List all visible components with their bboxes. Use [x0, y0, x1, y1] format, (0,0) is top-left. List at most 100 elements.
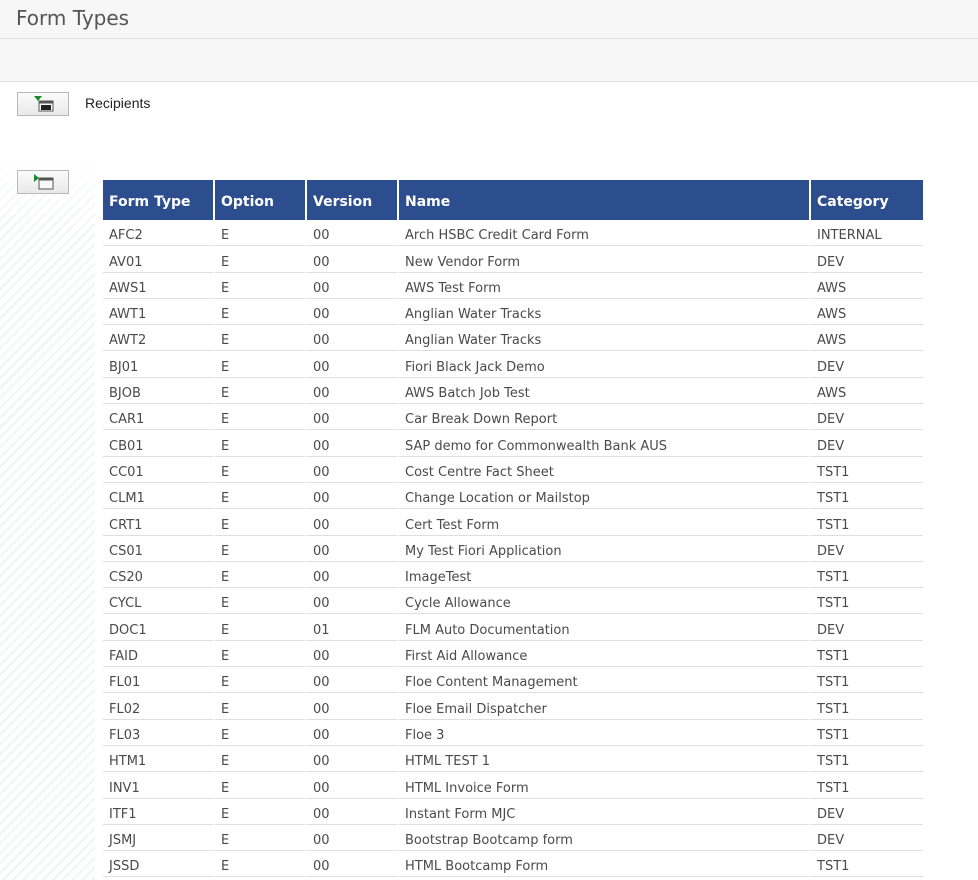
cell-form-type: BJ01	[103, 351, 215, 378]
cell-form-type: BJOB	[103, 377, 215, 405]
table-row[interactable]: AWS1 E 00 AWS Test Form AWS	[103, 272, 923, 299]
cell-name: First Aid Allowance	[399, 640, 811, 668]
cell-version: 00	[307, 220, 399, 247]
cell-option: E	[215, 745, 307, 773]
table-row[interactable]: FAID E 00 First Aid Allowance TST1	[103, 640, 923, 668]
expand-arrow-icon	[34, 96, 54, 112]
cell-version: 00	[307, 351, 399, 378]
cell-option: E	[215, 693, 307, 720]
cell-version: 00	[307, 824, 399, 852]
cell-category: DEV	[811, 614, 923, 641]
table-row[interactable]: FL02 E 00 Floe Email Dispatcher TST1	[103, 693, 923, 720]
cell-version: 00	[307, 298, 399, 326]
left-decorative-strip	[0, 152, 95, 880]
cell-version: 00	[307, 745, 399, 773]
table-row[interactable]: CRT1 E 00 Cert Test Form TST1	[103, 509, 923, 536]
table-row[interactable]: AV01 E 00 New Vendor Form DEV	[103, 246, 923, 273]
cell-option: E	[215, 772, 307, 799]
cell-name: My Test Fiori Application	[399, 535, 811, 562]
cell-form-type: AFC2	[103, 220, 215, 247]
cell-name: HTML Invoice Form	[399, 772, 811, 799]
form-types-table: Form Type Option Version Name Category A…	[103, 180, 923, 878]
table-row[interactable]: BJOB E 00 AWS Batch Job Test AWS	[103, 377, 923, 405]
cell-category: TST1	[811, 509, 923, 536]
table-row[interactable]: HTM1 E 00 HTML TEST 1 TST1	[103, 745, 923, 773]
content-area: Recipients Form Type Option Version Name…	[0, 82, 978, 880]
cell-version: 00	[307, 325, 399, 352]
expand-recipients-button[interactable]	[17, 92, 69, 116]
cell-category: AWS	[811, 299, 923, 326]
cell-name: New Vendor Form	[399, 246, 811, 273]
column-header-option[interactable]: Option	[215, 180, 307, 220]
column-header-category[interactable]: Category	[811, 180, 923, 220]
column-header-form-type[interactable]: Form Type	[103, 180, 215, 220]
cell-name: AWS Batch Job Test	[399, 377, 811, 405]
table-row[interactable]: FL03 E 00 Floe 3 TST1	[103, 719, 923, 746]
cell-form-type: JSSD	[103, 851, 215, 878]
column-header-name[interactable]: Name	[399, 180, 811, 220]
table-row[interactable]: JSSD E 00 HTML Bootcamp Form TST1	[103, 851, 923, 878]
cell-form-type: FL02	[103, 693, 215, 720]
cell-version: 00	[307, 377, 399, 405]
table-row[interactable]: FL01 E 00 Floe Content Management TST1	[103, 667, 923, 694]
cell-option: E	[215, 614, 307, 641]
cell-option: E	[215, 377, 307, 405]
cell-name: Anglian Water Tracks	[399, 325, 811, 352]
table-row[interactable]: CS20 E 00 ImageTest TST1	[103, 561, 923, 589]
cell-option: E	[215, 246, 307, 273]
table-row[interactable]: AFC2 E 00 Arch HSBC Credit Card Form INTERNA…	[103, 220, 923, 247]
cell-version: 00	[307, 456, 399, 483]
cell-version: 00	[307, 246, 399, 273]
cell-category: TST1	[811, 746, 923, 773]
cell-version: 00	[307, 667, 399, 694]
cell-form-type: AV01	[103, 246, 215, 273]
table-row[interactable]: AWT1 E 00 Anglian Water Tracks AWS	[103, 298, 923, 326]
table-row[interactable]: JSMJ E 00 Bootstrap Bootcamp form DEV	[103, 824, 923, 852]
cell-option: E	[215, 482, 307, 510]
cell-name: ImageTest	[399, 561, 811, 589]
cell-name: HTML Bootcamp Form	[399, 851, 811, 878]
cell-name: Floe 3	[399, 719, 811, 746]
cell-option: E	[215, 509, 307, 536]
cell-form-type: FL01	[103, 667, 215, 694]
cell-form-type: JSMJ	[103, 824, 215, 852]
cell-option: E	[215, 430, 307, 457]
table-row[interactable]: CAR1 E 00 Car Break Down Report DEV	[103, 404, 923, 431]
table-row[interactable]: CB01 E 00 SAP demo for Commonwealth Bank AU…	[103, 430, 923, 457]
table-row[interactable]: AWT2 E 00 Anglian Water Tracks AWS	[103, 325, 923, 352]
cell-category: TST1	[811, 641, 923, 668]
cell-version: 00	[307, 772, 399, 799]
cell-form-type: FL03	[103, 719, 215, 746]
table-row[interactable]: INV1 E 00 HTML Invoice Form TST1	[103, 772, 923, 799]
table-header-row: Form Type Option Version Name Category	[103, 180, 923, 220]
table-row[interactable]: CLM1 E 00 Change Location or Mailstop TST1	[103, 482, 923, 510]
cell-version: 00	[307, 509, 399, 536]
cell-name: Floe Email Dispatcher	[399, 693, 811, 720]
cell-category: DEV	[811, 536, 923, 562]
cell-form-type: CAR1	[103, 404, 215, 431]
column-header-version[interactable]: Version	[307, 180, 399, 220]
table-row[interactable]: DOC1 E 01 FLM Auto Documentation DEV	[103, 614, 923, 641]
cell-name: FLM Auto Documentation	[399, 614, 811, 641]
cell-name: Floe Content Management	[399, 667, 811, 694]
table-row[interactable]: CYCL E 00 Cycle Allowance TST1	[103, 588, 923, 615]
cell-option: E	[215, 719, 307, 746]
expand-forms-button[interactable]	[17, 170, 69, 194]
table-row[interactable]: CS01 E 00 My Test Fiori Application DEV	[103, 535, 923, 562]
cell-category: DEV	[811, 430, 923, 457]
cell-name: Arch HSBC Credit Card Form	[399, 220, 811, 247]
cell-category: TST1	[811, 720, 923, 746]
table-row[interactable]: BJ01 E 00 Fiori Black Jack Demo DEV	[103, 351, 923, 378]
cell-name: Bootstrap Bootcamp form	[399, 824, 811, 852]
table-row[interactable]: ITF1 E 00 Instant Form MJC DEV	[103, 798, 923, 825]
cell-category: DEV	[811, 246, 923, 273]
cell-option: E	[215, 272, 307, 299]
cell-option: E	[215, 298, 307, 326]
cell-option: E	[215, 456, 307, 483]
cell-option: E	[215, 220, 307, 247]
page-title: Form Types	[16, 6, 130, 30]
cell-category: DEV	[811, 351, 923, 378]
table-row[interactable]: CC01 E 00 Cost Centre Fact Sheet TST1	[103, 456, 923, 483]
cell-category: TST1	[811, 457, 923, 483]
cell-name: Car Break Down Report	[399, 404, 811, 431]
